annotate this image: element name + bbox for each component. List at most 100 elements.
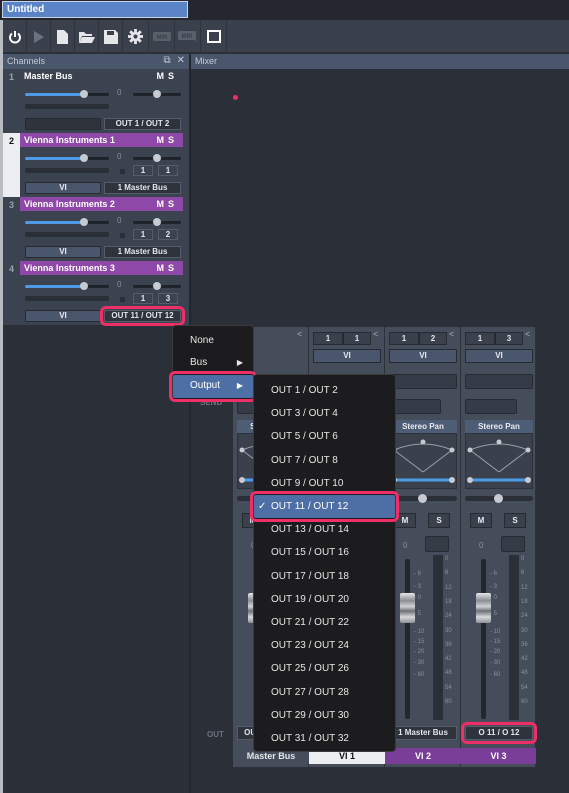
output-menu-item[interactable]: ✓ OUT 11 / OUT 12 bbox=[250, 491, 399, 522]
volume-slider[interactable] bbox=[25, 282, 109, 290]
insert-slot[interactable] bbox=[465, 374, 533, 389]
output-button[interactable]: 1 Master Bus bbox=[104, 182, 181, 194]
project-title-field[interactable]: Untitled bbox=[2, 1, 188, 18]
plugin-slot-button[interactable]: VI bbox=[25, 182, 101, 194]
output-button[interactable]: OUT 11 / OUT 12 bbox=[100, 306, 185, 326]
solo-button[interactable]: S bbox=[168, 135, 178, 145]
output-button[interactable]: 1 Master Bus bbox=[389, 726, 457, 740]
output-menu-item[interactable]: OUT 29 / OUT 30 bbox=[254, 704, 395, 727]
solo-button[interactable]: S bbox=[168, 71, 178, 81]
input-b-button[interactable]: 2 bbox=[419, 332, 447, 345]
collapse-chevron-icon[interactable]: < bbox=[373, 329, 378, 339]
window-button[interactable] bbox=[201, 20, 227, 53]
input-a-button[interactable]: 1 bbox=[133, 165, 153, 176]
settings-button[interactable] bbox=[123, 20, 149, 53]
insert-slot[interactable] bbox=[389, 374, 457, 389]
stereo-pan-control[interactable] bbox=[389, 433, 457, 489]
mute-button[interactable]: M bbox=[156, 263, 168, 273]
channel-name[interactable]: Master Bus MS bbox=[20, 69, 183, 83]
channel-row[interactable]: 2 Vienna Instruments 1 MS 0 1 1 VI 1 Mas… bbox=[3, 133, 186, 197]
channel-row[interactable]: 3 Vienna Instruments 2 MS 0 1 2 VI 1 Mas… bbox=[3, 197, 186, 261]
plugin-slot-button[interactable]: VI bbox=[313, 349, 381, 363]
mute-button[interactable]: M bbox=[156, 199, 168, 209]
solo-button[interactable]: S bbox=[504, 513, 526, 528]
volume-slider[interactable] bbox=[25, 154, 109, 162]
balance-slider[interactable] bbox=[389, 494, 457, 503]
output-menu-item[interactable]: OUT 31 / OUT 32 bbox=[254, 727, 395, 750]
strip-name-label[interactable]: VI 2 bbox=[385, 748, 461, 764]
output-menu-item[interactable]: OUT 5 / OUT 6 bbox=[254, 425, 395, 448]
solo-button[interactable]: S bbox=[428, 513, 450, 528]
input-a-button[interactable]: 1 bbox=[389, 332, 419, 345]
mir-x-button[interactable]: MIR x bbox=[175, 20, 201, 53]
channel-name[interactable]: Vienna Instruments 3 MS bbox=[20, 261, 183, 275]
pan-slider[interactable] bbox=[133, 282, 181, 290]
output-menu-item[interactable]: OUT 17 / OUT 18 bbox=[254, 565, 395, 588]
plugin-slot-button[interactable] bbox=[25, 118, 101, 130]
input-a-button[interactable]: 1 bbox=[133, 293, 153, 304]
solo-button[interactable]: S bbox=[168, 199, 178, 209]
volume-fader[interactable] bbox=[400, 593, 415, 623]
channel-name[interactable]: Vienna Instruments 2 MS bbox=[20, 197, 183, 211]
plugin-slot-button[interactable]: VI bbox=[389, 349, 457, 363]
channel-row[interactable]: 4 Vienna Instruments 3 MS 0 1 3 VI OUT 1… bbox=[3, 261, 186, 326]
collapse-chevron-icon[interactable]: < bbox=[449, 329, 454, 339]
output-menu-item[interactable]: OUT 27 / OUT 28 bbox=[254, 681, 395, 704]
balance-slider[interactable] bbox=[465, 494, 533, 503]
pan-mode-label[interactable]: Stereo Pan bbox=[389, 420, 457, 433]
output-menu-item[interactable]: OUT 15 / OUT 16 bbox=[254, 541, 395, 564]
volume-slider[interactable] bbox=[25, 218, 109, 226]
save-button[interactable] bbox=[99, 20, 123, 53]
output-menu-item[interactable]: OUT 21 / OUT 22 bbox=[254, 611, 395, 634]
input-b-button[interactable]: 3 bbox=[158, 293, 178, 304]
record-indicator[interactable] bbox=[120, 297, 125, 302]
stereo-pan-control[interactable] bbox=[465, 433, 533, 489]
output-button[interactable]: O 11 / O 12 bbox=[461, 722, 537, 744]
input-b-button[interactable]: 3 bbox=[495, 332, 523, 345]
mute-button[interactable]: M bbox=[156, 135, 168, 145]
input-a-button[interactable]: 1 bbox=[465, 332, 495, 345]
play-button[interactable] bbox=[27, 20, 51, 53]
input-a-button[interactable]: 1 bbox=[133, 229, 153, 240]
solo-button[interactable]: S bbox=[168, 263, 178, 273]
pan-mode-label[interactable]: Stereo Pan bbox=[465, 420, 533, 433]
close-icon[interactable]: ✕ bbox=[177, 55, 185, 66]
send-slot[interactable] bbox=[389, 399, 441, 414]
output-button[interactable]: OUT 1 / OUT 2 bbox=[104, 118, 181, 130]
plugin-slot-button[interactable]: VI bbox=[25, 246, 101, 258]
output-menu-item[interactable]: OUT 7 / OUT 8 bbox=[254, 449, 395, 472]
input-b-button[interactable]: 1 bbox=[158, 165, 178, 176]
collapse-chevron-icon[interactable]: < bbox=[525, 329, 530, 339]
output-button[interactable]: 1 Master Bus bbox=[104, 246, 181, 258]
plugin-slot-button[interactable]: VI bbox=[25, 310, 101, 322]
menu-item-bus[interactable]: Bus ▶ bbox=[173, 352, 253, 374]
channel-name[interactable]: Vienna Instruments 1 MS bbox=[20, 133, 183, 147]
menu-item-none[interactable]: None bbox=[173, 330, 253, 352]
channel-row[interactable]: 1 Master Bus MS 0 OUT 1 / OUT 2 bbox=[3, 69, 186, 133]
new-file-button[interactable] bbox=[51, 20, 75, 53]
collapse-chevron-icon[interactable]: < bbox=[297, 329, 302, 339]
input-b-button[interactable]: 1 bbox=[343, 332, 371, 345]
output-menu-item[interactable]: OUT 3 / OUT 4 bbox=[254, 402, 395, 425]
mute-button[interactable]: M bbox=[394, 513, 416, 528]
input-a-button[interactable]: 1 bbox=[313, 332, 343, 345]
mute-button[interactable]: M bbox=[156, 71, 168, 81]
power-button[interactable] bbox=[3, 20, 27, 53]
mir-button[interactable]: MIR bbox=[149, 20, 175, 53]
open-button[interactable] bbox=[75, 20, 99, 53]
strip-name-label[interactable]: VI 3 bbox=[461, 748, 536, 764]
pan-slider[interactable] bbox=[133, 154, 181, 162]
output-menu-item[interactable]: OUT 25 / OUT 26 bbox=[254, 657, 395, 680]
pan-slider[interactable] bbox=[133, 90, 181, 98]
input-b-button[interactable]: 2 bbox=[158, 229, 178, 240]
undock-icon[interactable]: ⧉ bbox=[163, 55, 170, 66]
menu-item-output[interactable]: Output ▶ bbox=[169, 371, 257, 402]
pan-slider[interactable] bbox=[133, 218, 181, 226]
record-indicator[interactable] bbox=[120, 169, 125, 174]
send-slot[interactable] bbox=[465, 399, 517, 414]
output-menu-item[interactable]: OUT 19 / OUT 20 bbox=[254, 588, 395, 611]
output-menu-item[interactable]: OUT 13 / OUT 14 bbox=[254, 518, 395, 541]
volume-slider[interactable] bbox=[25, 90, 109, 98]
volume-fader[interactable] bbox=[476, 593, 491, 623]
output-menu-item[interactable]: OUT 23 / OUT 24 bbox=[254, 634, 395, 657]
